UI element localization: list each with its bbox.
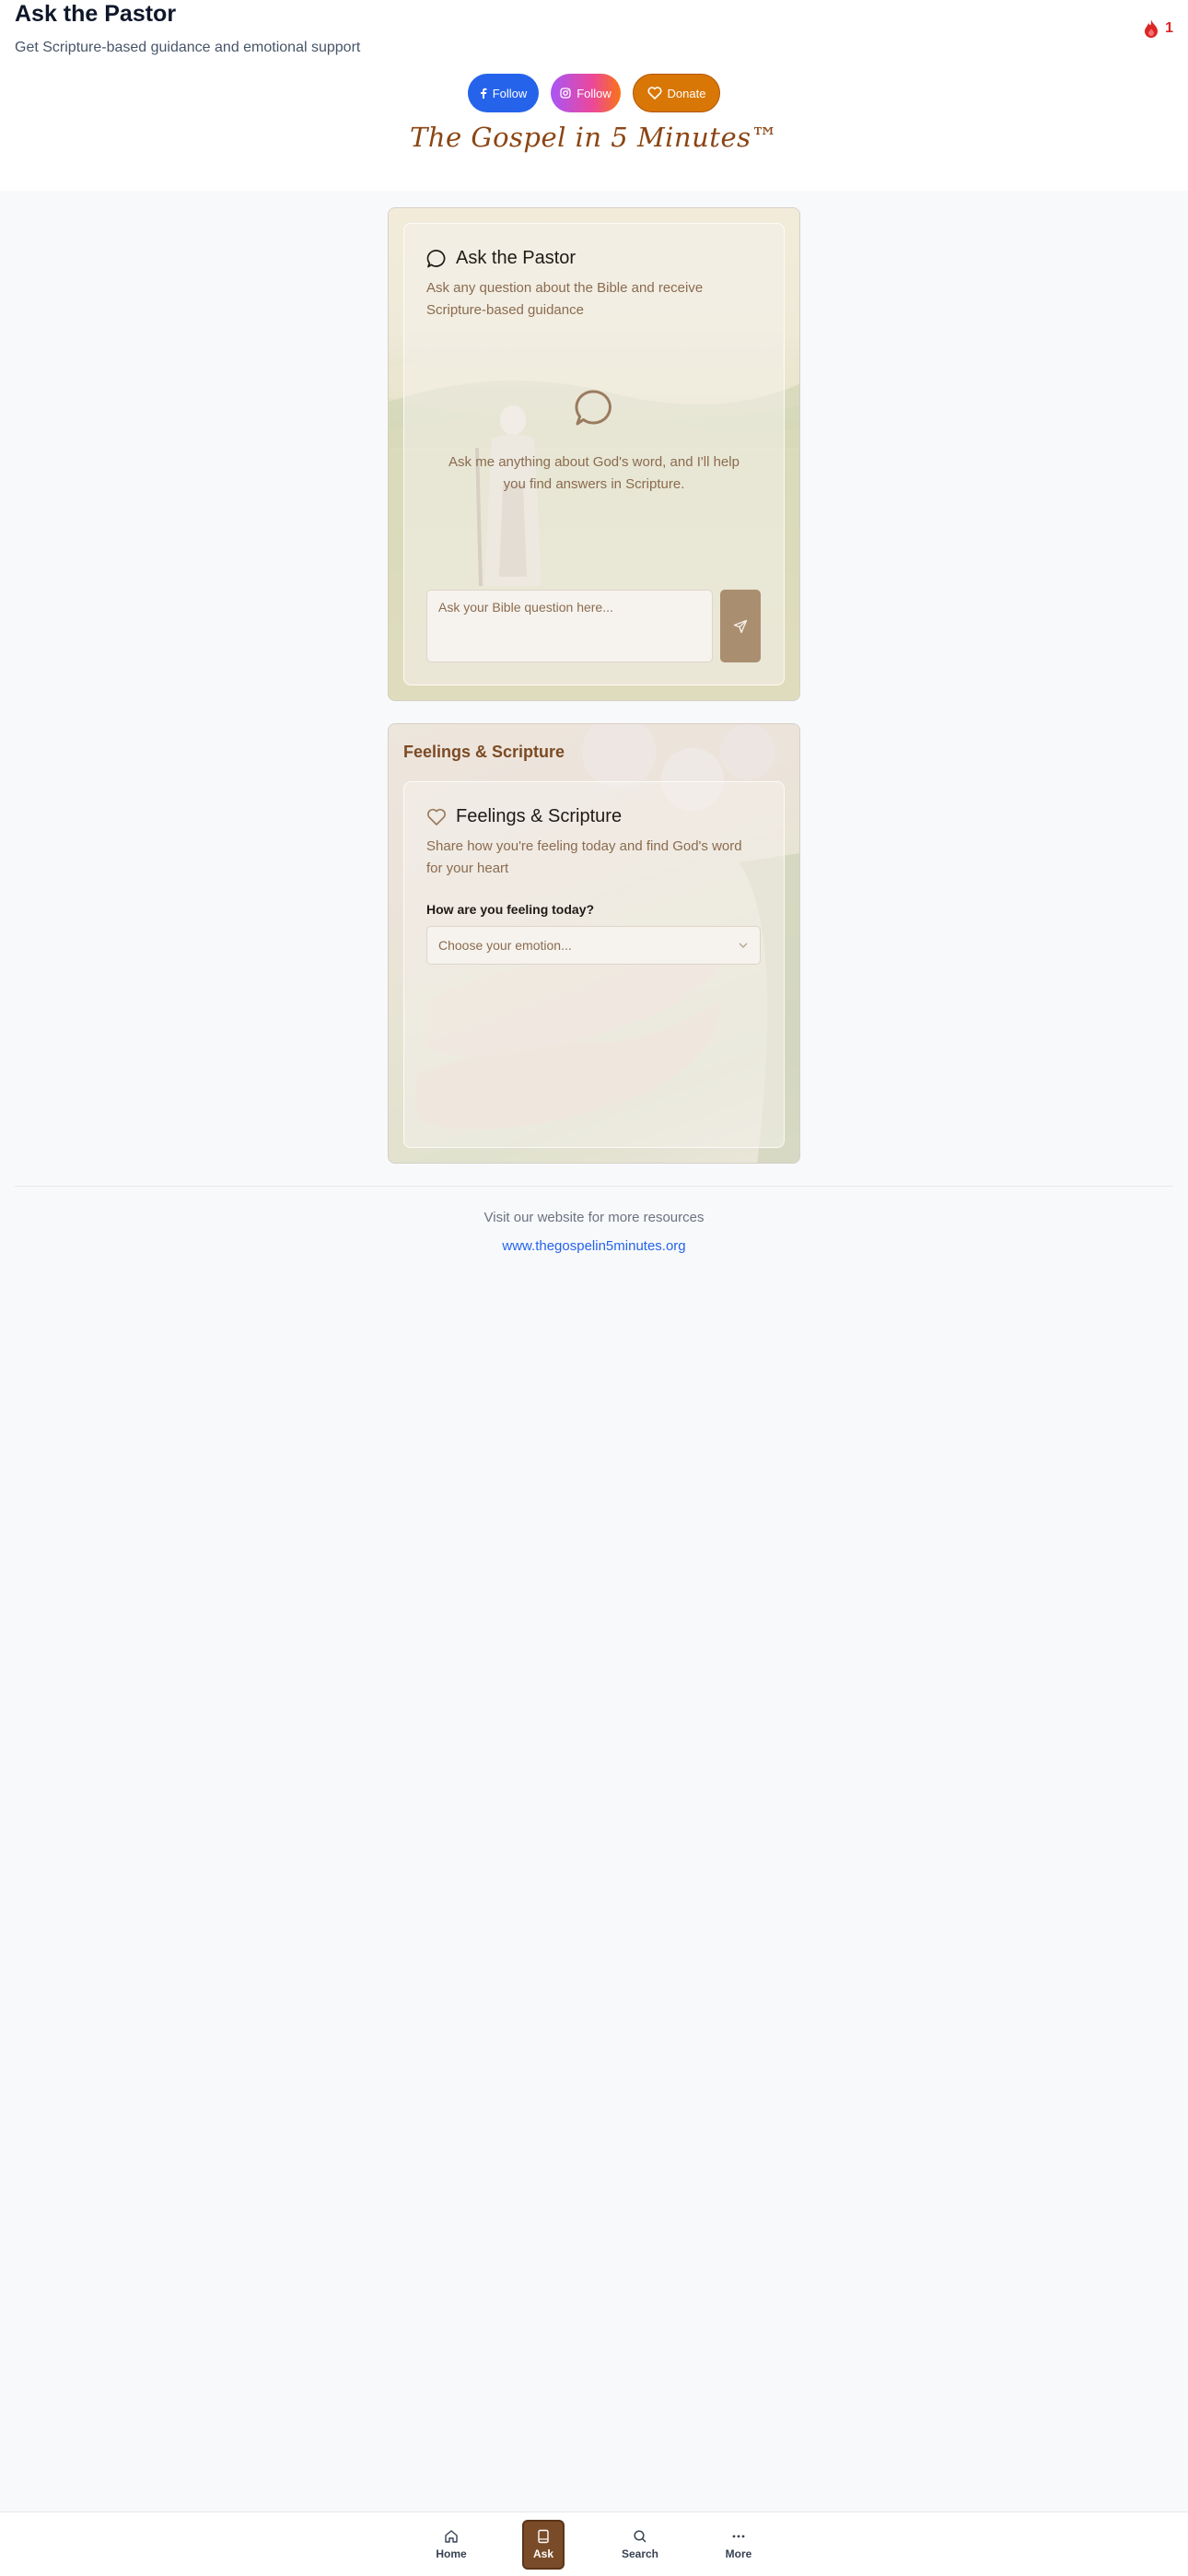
feelings-title-text: Feelings & Scripture xyxy=(456,806,623,826)
facebook-follow-button[interactable]: Follow xyxy=(468,74,539,112)
bottom-navigation: Home Ask Search More xyxy=(0,2512,1188,2576)
chevron-down-icon xyxy=(739,943,748,948)
facebook-icon xyxy=(480,88,487,99)
brand-logo-text: The Gospel in 5 Minutes™ xyxy=(410,122,778,153)
facebook-follow-label: Follow xyxy=(492,86,528,100)
emotion-select[interactable]: Choose your emotion... xyxy=(426,926,761,965)
nav-ask[interactable]: Ask xyxy=(522,2520,565,2570)
nav-more[interactable]: More xyxy=(716,2520,761,2570)
chat-bubble-icon xyxy=(426,249,446,267)
book-icon xyxy=(538,2529,549,2544)
flame-icon xyxy=(1145,19,1159,38)
ask-pastor-card: Ask the Pastor Ask any question about th… xyxy=(388,207,800,701)
chat-bubble-large-icon xyxy=(575,390,611,426)
streak-badge[interactable]: 1 xyxy=(1143,18,1173,39)
nav-home-label: Home xyxy=(436,2547,467,2560)
home-icon xyxy=(445,2530,458,2543)
heart-icon xyxy=(647,87,662,100)
footer-visit-text: Visit our website for more resources xyxy=(483,1210,705,1225)
heart-outline-icon xyxy=(427,808,446,825)
send-button[interactable] xyxy=(720,590,761,662)
emotion-field-label: How are you feeling today? xyxy=(426,902,595,917)
more-icon xyxy=(732,2535,745,2538)
website-link[interactable]: www.thegospelin5minutes.org xyxy=(0,1238,1188,1254)
footer-divider xyxy=(15,1186,1173,1187)
nav-ask-label: Ask xyxy=(532,2547,553,2560)
empty-state: Ask me anything about God's word, and I'… xyxy=(419,388,769,496)
search-icon xyxy=(634,2530,646,2543)
page-title: Ask the Pastor xyxy=(15,1,177,27)
ask-pastor-description: Ask any question about the Bible and rec… xyxy=(426,280,704,318)
nav-more-label: More xyxy=(725,2547,752,2560)
instagram-follow-label: Follow xyxy=(577,86,611,100)
page-header: Ask the Pastor Get Scripture-based guida… xyxy=(0,0,1188,191)
ask-pastor-title-text: Ask the Pastor xyxy=(456,248,577,268)
page-subtitle: Get Scripture-based guidance and emotion… xyxy=(15,40,361,55)
nav-search[interactable]: Search xyxy=(616,2520,664,2570)
emotion-select-value: Choose your emotion... xyxy=(438,938,572,953)
instagram-icon xyxy=(560,88,571,99)
nav-home[interactable]: Home xyxy=(429,2520,473,2570)
feelings-panel: Feelings & Scripture Share how you're fe… xyxy=(403,781,785,1148)
feelings-title: Feelings & Scripture xyxy=(426,806,622,827)
instagram-follow-button[interactable]: Follow xyxy=(551,74,621,112)
question-input[interactable] xyxy=(426,590,713,662)
ask-pastor-panel: Ask the Pastor Ask any question about th… xyxy=(403,223,785,685)
send-icon xyxy=(733,619,748,633)
streak-count: 1 xyxy=(1165,20,1173,36)
feelings-scripture-card: Feelings & Scripture Feelings & Scriptur… xyxy=(388,723,800,1164)
feelings-card-heading: Feelings & Scripture xyxy=(403,743,565,761)
ask-pastor-title: Ask the Pastor xyxy=(426,248,576,269)
social-buttons: Follow Follow Donate xyxy=(0,74,1188,112)
empty-state-message: Ask me anything about God's word, and I'… xyxy=(448,454,740,492)
feelings-description: Share how you're feeling today and find … xyxy=(426,838,742,876)
donate-button[interactable]: Donate xyxy=(633,74,720,112)
nav-search-label: Search xyxy=(621,2547,659,2560)
donate-label: Donate xyxy=(667,86,706,100)
